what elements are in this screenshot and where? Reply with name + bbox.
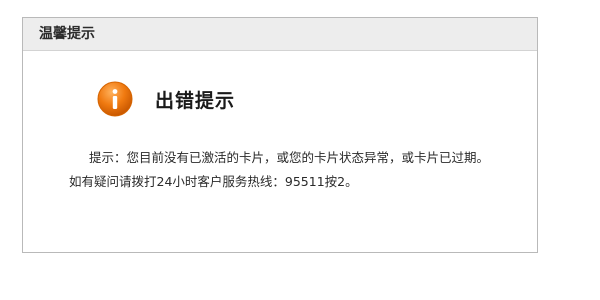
message-line-1: 提示：您目前没有已激活的卡片，或您的卡片状态异常，或卡片已过期。 <box>89 150 490 165</box>
dialog-header: 温馨提示 <box>23 18 537 51</box>
info-icon <box>97 81 133 117</box>
message-line-2: 如有疑问请拨打24小时客户服务热线：95511按2。 <box>69 174 358 189</box>
error-heading-row: 出错提示 <box>97 79 235 119</box>
error-title: 出错提示 <box>155 89 236 112</box>
error-message: 提示：您目前没有已激活的卡片，或您的卡片状态异常，或卡片已过期。 如有疑问请拨打… <box>69 146 489 194</box>
alert-dialog: 温馨提示 出错提示 提示：您目前没有已激活的卡片，或您的卡片状态异常，或卡片已过… <box>22 17 538 253</box>
dialog-header-title: 温馨提示 <box>39 26 95 42</box>
